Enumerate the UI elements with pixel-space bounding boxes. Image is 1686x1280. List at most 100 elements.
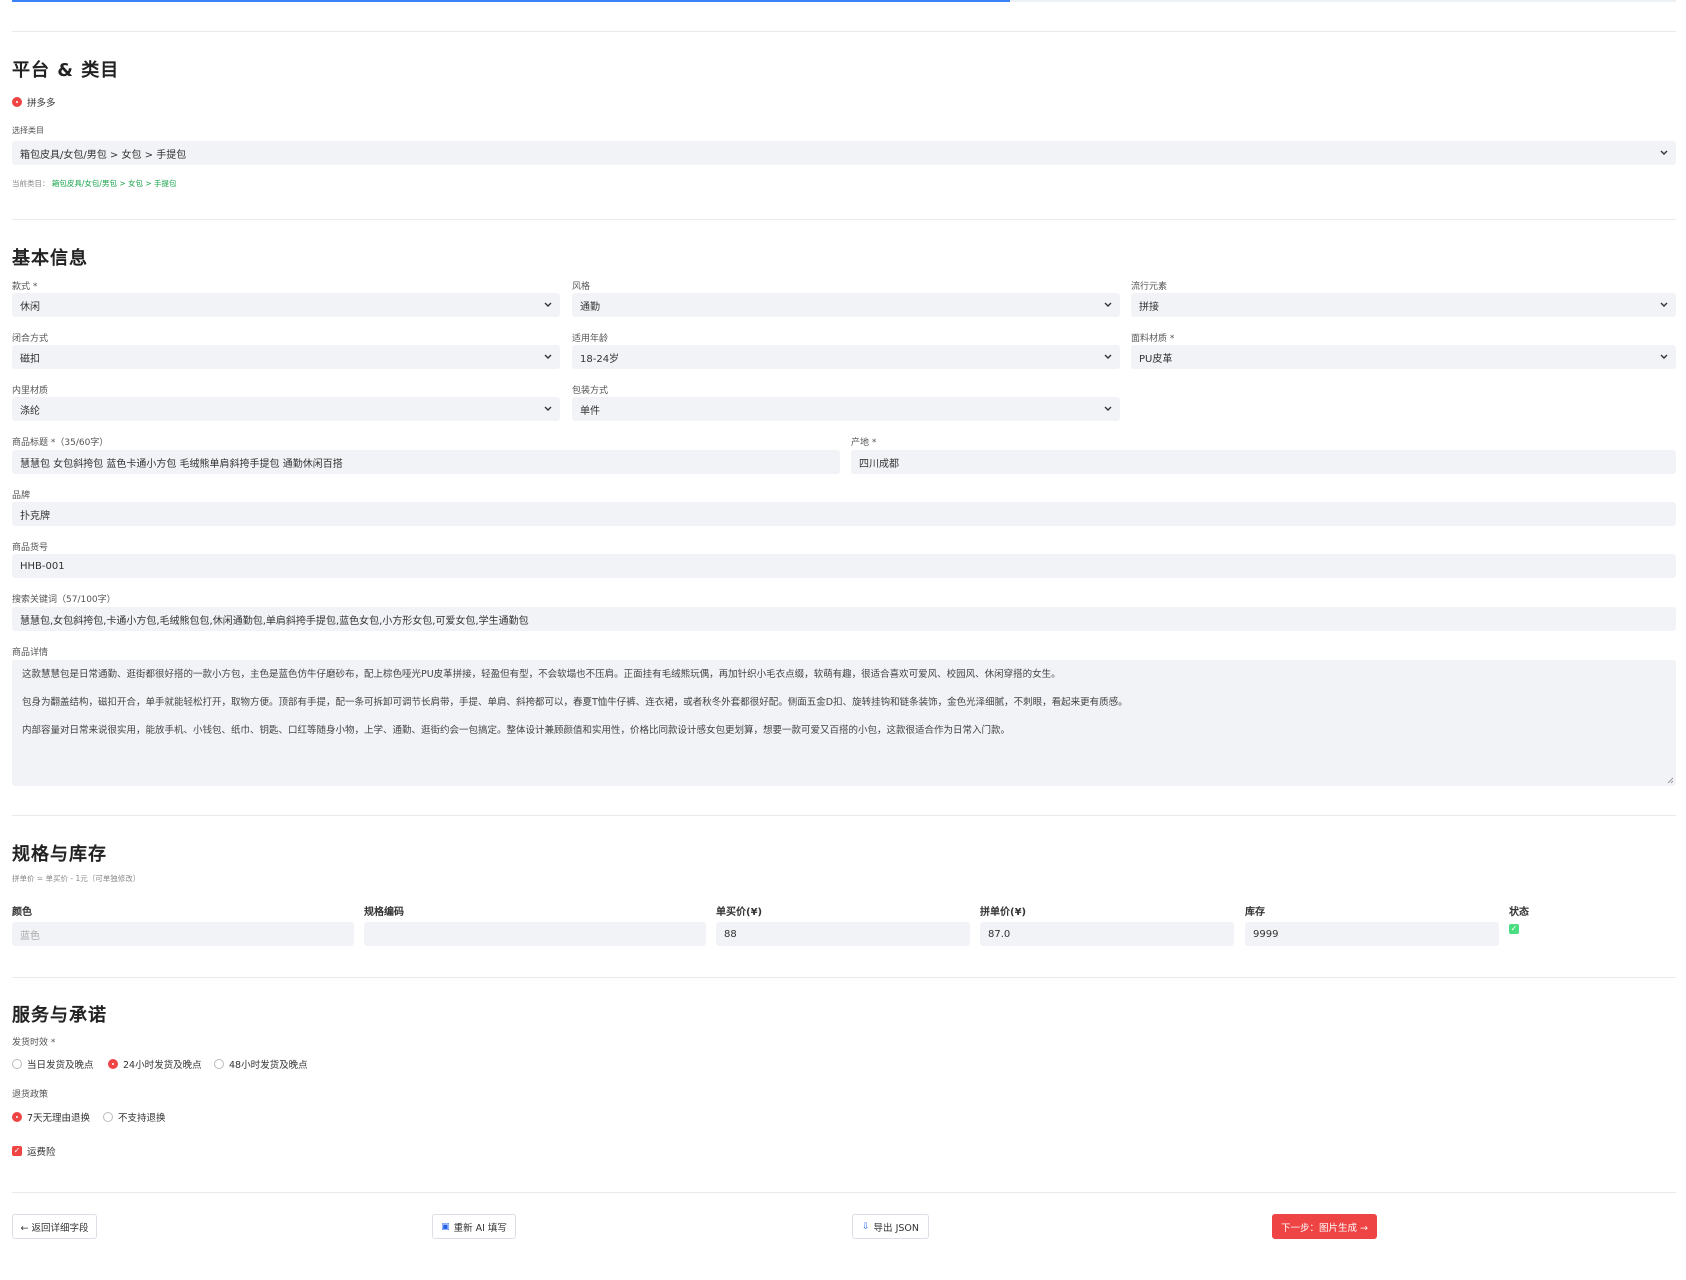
age-label: 适用年龄 (572, 334, 609, 344)
age-select-value: 18-24岁 (580, 353, 620, 365)
radio-label: 48小时发货及晚点 (229, 1060, 308, 1071)
checkbox-label: 运费险 (27, 1147, 56, 1158)
single-price-input[interactable]: 88 (716, 922, 970, 946)
color-input[interactable]: 蓝色 (12, 922, 354, 946)
detail-paragraph: 这款慧慧包是日常通勤、逛街都很好搭的一款小方包，主色是蓝色仿牛仔磨砂布，配上棕色… (22, 669, 1061, 680)
fashion-select-value: 通勤 (580, 301, 600, 313)
return-option-7day[interactable]: 7天无理由退换 (12, 1110, 90, 1124)
trend-select[interactable]: 拼接 (1131, 293, 1676, 317)
current-category: 当前类目： 箱包皮具/女包/男包 > 女包 > 手提包 (12, 178, 177, 189)
brand-input[interactable]: 扑克牌 (12, 502, 1676, 526)
divider (12, 219, 1676, 220)
fashion-select[interactable]: 通勤 (572, 293, 1120, 317)
current-category-link[interactable]: 箱包皮具/女包/男包 > 女包 > 手提包 (52, 179, 177, 188)
current-category-prefix: 当前类目： (12, 179, 50, 188)
group-price-input[interactable]: 87.0 (980, 922, 1234, 946)
package-label: 包装方式 (572, 386, 609, 396)
shipping-label: 发货时效 * (12, 1038, 56, 1048)
style-select-value: 休闲 (20, 301, 40, 313)
title-input[interactable]: 慧慧包 女包斜挎包 蓝色卡通小方包 毛绒熊单肩斜挎手提包 通勤休闲百搭 (12, 450, 840, 474)
radio-label: 当日发货及晚点 (27, 1060, 94, 1071)
table-header-status: 状态 (1509, 907, 1529, 918)
title-label: 商品标题 *（35/60字） (12, 438, 109, 448)
divider (12, 1192, 1676, 1193)
fashion-label: 风格 (572, 282, 591, 292)
status-checkbox[interactable]: ✓ (1509, 924, 1519, 934)
detail-paragraph: 内部容量对日常来说很实用，能放手机、小钱包、纸巾、钥匙、口红等随身小物，上学、通… (22, 725, 1011, 736)
radio-icon (214, 1059, 224, 1069)
style-select[interactable]: 休闲 (12, 293, 560, 317)
radio-selected-icon (12, 97, 22, 107)
shipping-option-48h[interactable]: 48小时发货及晚点 (214, 1057, 308, 1071)
chevron-down-icon (1104, 406, 1112, 412)
package-select[interactable]: 单件 (572, 397, 1120, 421)
next-step-button[interactable]: 下一步：图片生成 → (1272, 1214, 1377, 1239)
age-select[interactable]: 18-24岁 (572, 345, 1120, 369)
section-title-platform: 平台 & 类目 (12, 60, 120, 81)
closure-label: 闭合方式 (12, 334, 49, 344)
origin-input[interactable]: 四川成都 (851, 450, 1676, 474)
package-select-value: 单件 (580, 405, 600, 417)
spec-code-input[interactable] (364, 922, 706, 946)
radio-label: 不支持退换 (118, 1113, 166, 1124)
checkbox-checked-icon: ✓ (12, 1146, 22, 1156)
lining-select[interactable]: 涤纶 (12, 397, 560, 421)
export-icon: ⇩ (862, 1221, 870, 1232)
shipping-option-24h[interactable]: 24小时发货及晚点 (108, 1057, 202, 1071)
trend-select-value: 拼接 (1139, 301, 1159, 313)
section-title-basic: 基本信息 (12, 248, 88, 269)
radio-icon (12, 1059, 22, 1069)
detail-textarea[interactable]: 这款慧慧包是日常通勤、逛街都很好搭的一款小方包，主色是蓝色仿牛仔磨砂布，配上棕色… (12, 660, 1676, 786)
platform-radio-pinduoduo[interactable]: 拼多多 (12, 95, 56, 109)
closure-select[interactable]: 磁扣 (12, 345, 560, 369)
spec-hint: 拼单价 = 单买价 - 1元（可单独修改） (12, 874, 141, 883)
divider (12, 31, 1676, 32)
radio-label: 7天无理由退换 (27, 1113, 91, 1124)
lining-select-value: 涤纶 (20, 405, 40, 417)
table-header-color: 颜色 (12, 907, 32, 918)
back-button[interactable]: ← 返回详细字段 (12, 1214, 97, 1239)
chevron-down-icon (544, 302, 552, 308)
trend-label: 流行元素 (1131, 282, 1168, 292)
chevron-down-icon (544, 406, 552, 412)
category-select[interactable]: 箱包皮具/女包/男包 > 女包 > 手提包 (12, 141, 1676, 165)
shipping-option-same-day[interactable]: 当日发货及晚点 (12, 1057, 94, 1071)
export-json-label: 导出 JSON (873, 1222, 919, 1234)
detail-label: 商品详情 (12, 648, 49, 658)
refill-ai-button[interactable]: ▣ 重新 AI 填写 (432, 1214, 516, 1239)
insurance-checkbox[interactable]: ✓ 运费险 (12, 1144, 56, 1158)
fabric-label: 面料材质 * (1131, 334, 1175, 344)
table-header-stock: 库存 (1245, 907, 1265, 918)
keywords-input[interactable]: 慧慧包,女包斜挎包,卡通小方包,毛绒熊包包,休闲通勤包,单肩斜挎手提包,蓝色女包… (12, 607, 1676, 631)
origin-label: 产地 * (851, 438, 877, 448)
return-label: 退货政策 (12, 1090, 49, 1100)
category-label: 选择类目 (12, 126, 44, 135)
fabric-select-value: PU皮革 (1139, 353, 1173, 365)
resize-grip-icon[interactable] (1666, 776, 1674, 784)
brand-label: 品牌 (12, 491, 31, 501)
stock-input[interactable]: 9999 (1245, 922, 1499, 946)
chevron-down-icon (1660, 354, 1668, 360)
sku-input[interactable]: HHB-001 (12, 554, 1676, 578)
section-title-service: 服务与承诺 (12, 1005, 107, 1026)
divider (12, 815, 1676, 816)
checkbox-checked-icon: ✓ (1509, 924, 1519, 934)
chevron-down-icon (1104, 354, 1112, 360)
progress-bar-fill (12, 0, 1011, 2)
export-json-button[interactable]: ⇩ 导出 JSON (852, 1214, 929, 1239)
chevron-down-icon (1104, 302, 1112, 308)
progress-bar (12, 0, 1676, 2)
keywords-label: 搜索关键词（57/100字） (12, 595, 116, 605)
refresh-icon: ▣ (441, 1221, 450, 1232)
return-option-none[interactable]: 不支持退换 (103, 1110, 166, 1124)
radio-icon (103, 1112, 113, 1122)
lining-label: 内里材质 (12, 386, 49, 396)
style-label: 款式 * (12, 282, 38, 292)
platform-label: 拼多多 (27, 98, 56, 109)
radio-label: 24小时发货及晚点 (123, 1060, 202, 1071)
refill-ai-label: 重新 AI 填写 (453, 1222, 507, 1234)
radio-selected-icon (12, 1112, 22, 1122)
fabric-select[interactable]: PU皮革 (1131, 345, 1676, 369)
closure-select-value: 磁扣 (20, 353, 40, 365)
radio-selected-icon (108, 1059, 118, 1069)
